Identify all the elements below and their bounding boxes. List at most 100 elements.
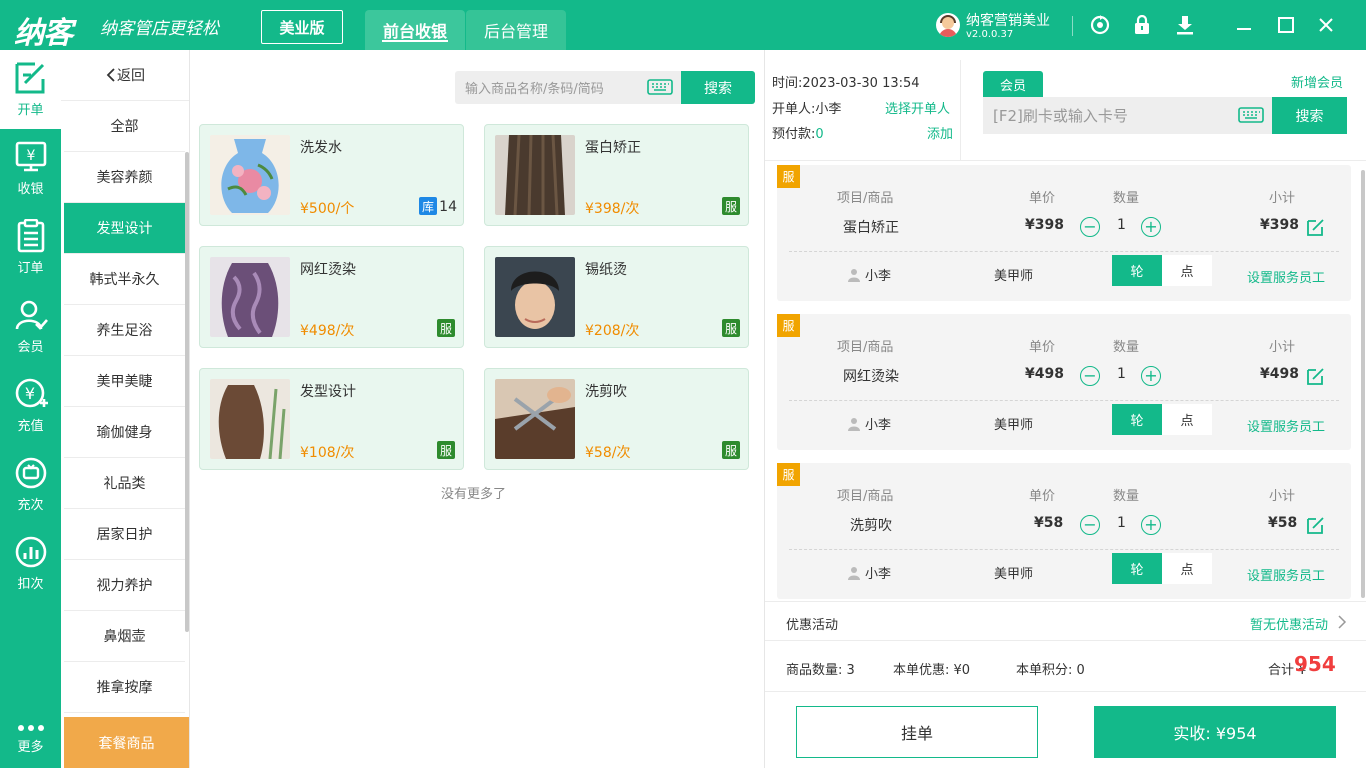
decrease-qty-button[interactable]: −: [1080, 366, 1100, 386]
product-name: 洗剪吹: [585, 384, 627, 400]
user-name[interactable]: 纳客营销美业: [966, 10, 1050, 30]
new-member-link[interactable]: 新增会员: [1291, 72, 1343, 91]
decrease-qty-button[interactable]: −: [1080, 515, 1100, 535]
point-button[interactable]: 点: [1162, 553, 1212, 584]
member-card-input[interactable]: [F2]刷卡或输入卡号: [983, 97, 1272, 134]
line-quantity[interactable]: 1: [1117, 515, 1126, 531]
tab-member[interactable]: 会员: [983, 71, 1043, 97]
edit-icon[interactable]: [1305, 217, 1325, 237]
increase-qty-button[interactable]: +: [1141, 366, 1161, 386]
rotation-button[interactable]: 轮: [1112, 553, 1162, 584]
top-bar: 纳客 纳客管店更轻松 美业版 前台收银 后台管理 纳客营销美业 v2.0.0.3…: [0, 0, 1366, 51]
category-item[interactable]: 养生足浴: [64, 305, 185, 356]
staff-name[interactable]: 小李: [847, 414, 891, 433]
product-card[interactable]: 锡纸烫 ¥208/次 服: [484, 246, 749, 348]
product-card[interactable]: 网红烫染 ¥498/次 服: [199, 246, 464, 348]
edit-icon[interactable]: [1305, 366, 1325, 386]
nav-item-more[interactable]: 更多: [0, 710, 61, 768]
nav-item-recharge[interactable]: ¥ 充值: [0, 366, 61, 445]
staff-name[interactable]: 小李: [847, 563, 891, 582]
category-item[interactable]: 美甲美睫: [64, 356, 185, 407]
category-item[interactable]: 韩式半永久: [64, 254, 185, 305]
promotion-row[interactable]: 优惠活动 暂无优惠活动: [765, 601, 1366, 641]
line-quantity[interactable]: 1: [1117, 217, 1126, 233]
category-item[interactable]: 鼻烟壶: [64, 611, 185, 662]
set-service-staff-link[interactable]: 设置服务员工: [1247, 565, 1325, 584]
product-image-long-hair: [210, 379, 290, 459]
set-service-staff-link[interactable]: 设置服务员工: [1247, 267, 1325, 286]
category-item[interactable]: 视力养护: [64, 560, 185, 611]
tab-front-desk[interactable]: 前台收银: [365, 10, 465, 50]
rotation-button[interactable]: 轮: [1112, 255, 1162, 286]
product-image-straight-hair: [495, 135, 575, 215]
deduct-icon: [15, 536, 46, 568]
rotation-button[interactable]: 轮: [1112, 404, 1162, 435]
staff-role: 美甲师: [994, 418, 1034, 433]
nav-item-deduct[interactable]: 扣次: [0, 524, 61, 603]
category-item[interactable]: 美容养颜: [64, 152, 185, 203]
edit-icon[interactable]: [1305, 515, 1325, 535]
product-card[interactable]: 发型设计 ¥108/次 服: [199, 368, 464, 470]
col-header-item: 项目/商品: [837, 340, 894, 355]
maximize-icon[interactable]: [1274, 13, 1298, 37]
checkout-button[interactable]: 实收: ¥954: [1094, 706, 1336, 758]
edition-button[interactable]: 美业版: [261, 10, 343, 44]
nav-item-recharge-times[interactable]: 充次: [0, 445, 61, 524]
category-item[interactable]: 瑜伽健身: [64, 407, 185, 458]
product-image-vase: [210, 135, 290, 215]
point-button[interactable]: 点: [1162, 404, 1212, 435]
hang-order-button[interactable]: 挂单: [796, 706, 1038, 758]
nav-label: 更多: [17, 739, 44, 755]
chevron-right-icon[interactable]: [1337, 614, 1347, 630]
nav-item-orders[interactable]: 订单: [0, 208, 61, 287]
chevron-left-icon: [106, 68, 115, 82]
keyboard-icon[interactable]: [647, 79, 673, 95]
product-card[interactable]: 蛋白矫正 ¥398/次 服: [484, 124, 749, 226]
package-products-button[interactable]: 套餐商品: [64, 717, 189, 768]
nav-item-member[interactable]: 会员: [0, 287, 61, 366]
promotion-value[interactable]: 暂无优惠活动: [1250, 614, 1328, 633]
increase-qty-button[interactable]: +: [1141, 217, 1161, 237]
product-search-input[interactable]: 输入商品名称/条码/简码: [455, 71, 681, 104]
member-search-button[interactable]: 搜索: [1272, 97, 1347, 134]
category-item-active[interactable]: 发型设计: [64, 203, 185, 254]
keyboard-icon[interactable]: [1238, 107, 1264, 123]
choose-opener-link[interactable]: 选择开单人: [885, 98, 950, 117]
nav-item-cashier[interactable]: ¥ 收银: [0, 129, 61, 208]
back-button[interactable]: 返回: [61, 50, 189, 101]
staff-name[interactable]: 小李: [847, 265, 891, 284]
add-prepaid-link[interactable]: 添加: [927, 123, 953, 142]
line-subtotal: ¥58: [1268, 515, 1298, 531]
category-item[interactable]: 全部: [64, 101, 185, 152]
set-service-staff-link[interactable]: 设置服务员工: [1247, 416, 1325, 435]
tab-back-office[interactable]: 后台管理: [466, 10, 566, 50]
line-quantity[interactable]: 1: [1117, 366, 1126, 382]
point-button[interactable]: 点: [1162, 255, 1212, 286]
increase-qty-button[interactable]: +: [1141, 515, 1161, 535]
download-icon[interactable]: [1173, 13, 1197, 37]
stock-badge: 库: [419, 197, 437, 215]
nav-item-open-order[interactable]: 开单: [0, 50, 61, 129]
service-badge: 服: [722, 197, 740, 215]
category-item[interactable]: 礼品类: [64, 458, 185, 509]
lock-icon[interactable]: [1130, 13, 1154, 37]
service-badge: 服: [777, 463, 800, 486]
refresh-icon[interactable]: [1088, 13, 1112, 37]
category-item[interactable]: 居家日护: [64, 509, 185, 560]
avatar[interactable]: [936, 13, 960, 37]
product-image-haircut: [495, 379, 575, 459]
product-card[interactable]: 洗发水 ¥500/个 库 14: [199, 124, 464, 226]
service-badge: 服: [722, 319, 740, 337]
card-placeholder: [F2]刷卡或输入卡号: [993, 107, 1128, 125]
category-scrollbar[interactable]: [185, 152, 189, 632]
decrease-qty-button[interactable]: −: [1080, 217, 1100, 237]
minimize-icon[interactable]: [1232, 13, 1256, 37]
order-scrollbar[interactable]: [1361, 170, 1365, 598]
product-search-button[interactable]: 搜索: [681, 71, 755, 104]
divider: [789, 251, 1339, 252]
nav-label: 充次: [17, 498, 44, 513]
product-card[interactable]: 洗剪吹 ¥58/次 服: [484, 368, 749, 470]
category-item[interactable]: 推拿按摩: [64, 662, 185, 713]
service-badge: 服: [777, 314, 800, 337]
close-icon[interactable]: [1314, 13, 1338, 37]
